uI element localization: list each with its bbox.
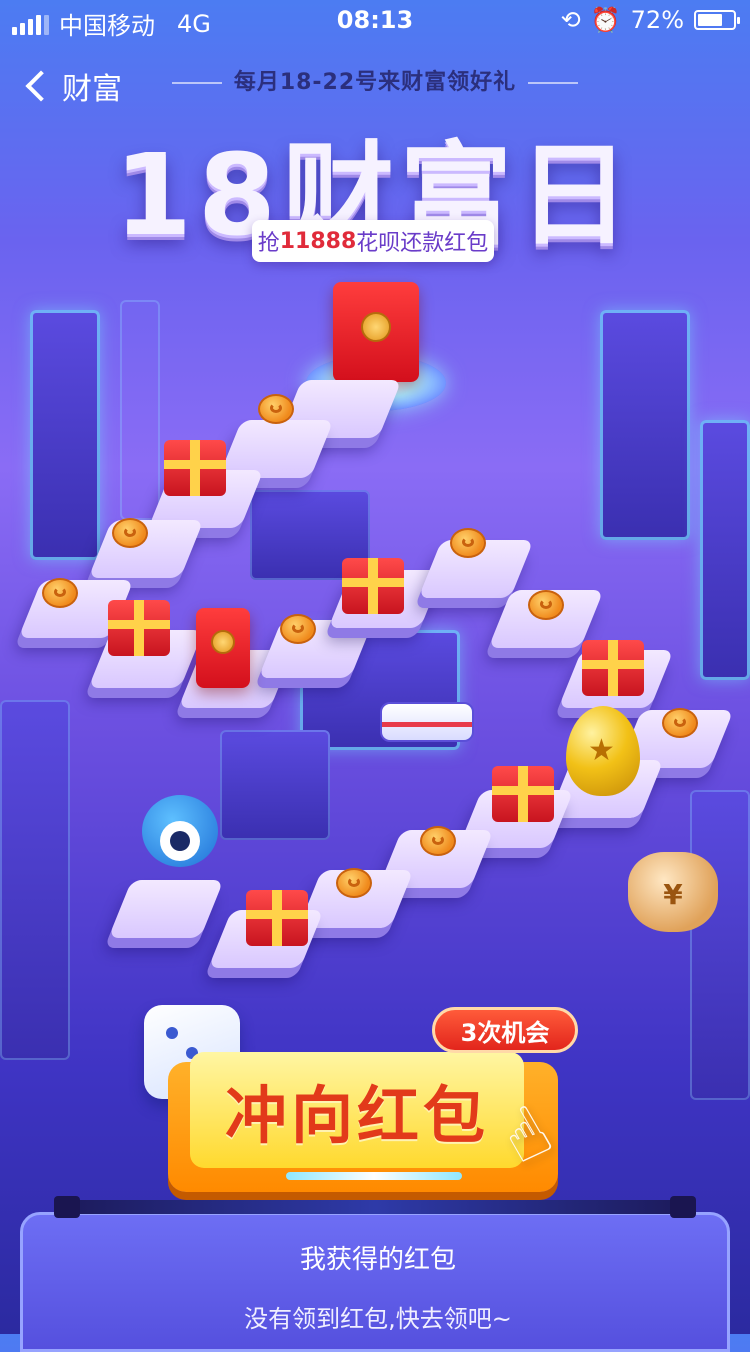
star-icon: ★ — [588, 733, 615, 768]
coin-icon — [662, 708, 698, 738]
train-icon — [380, 702, 474, 742]
reward-suffix: 花呗还款红包 — [356, 231, 489, 256]
mascot-icon — [142, 785, 218, 867]
golden-egg-icon: ★ — [566, 706, 640, 796]
board-tile — [258, 620, 374, 678]
red-packet-icon[interactable] — [333, 282, 419, 382]
coin-icon — [112, 518, 148, 548]
reward-amount: 11888 — [279, 228, 357, 254]
battery-percent: 72% — [630, 6, 684, 34]
coin-icon — [280, 614, 316, 644]
reward-prefix: 抢 — [257, 231, 280, 256]
red-packet-icon — [196, 608, 250, 688]
coin-icon — [42, 578, 78, 608]
coin-icon — [336, 868, 372, 898]
my-red-packets-heading: 我获得的红包 — [299, 1245, 456, 1275]
gift-box-icon — [164, 440, 226, 496]
my-red-packets-panel: 我获得的红包 没有领到红包,快去领吧~ — [20, 1196, 730, 1352]
rotation-lock-icon: ⟲ — [560, 6, 581, 34]
gift-box-icon — [492, 766, 554, 822]
my-red-packets-card: 我获得的红包 没有领到红包,快去领吧~ — [20, 1212, 730, 1352]
battery-icon — [694, 10, 740, 30]
coin-icon — [450, 528, 486, 558]
coin-icon — [258, 394, 294, 424]
gift-box-icon — [582, 640, 644, 696]
gift-box-icon — [246, 890, 308, 946]
empty-state-message: 没有领到红包,快去领吧~ — [244, 1305, 512, 1333]
panel-rail — [54, 1196, 696, 1218]
money-bag-icon: ¥ — [628, 852, 718, 932]
promo-subtitle: 每月18-22号来财富领好礼 — [0, 64, 750, 96]
battery-fill — [698, 14, 723, 26]
coin-icon — [528, 590, 564, 620]
promo-subtitle-text: 每月18-22号来财富领好礼 — [233, 70, 517, 95]
game-board: ★ ¥ — [0, 270, 750, 1100]
button-progress-bar — [286, 1172, 462, 1180]
gift-box-icon — [342, 558, 404, 614]
game-scene: ★ ¥ — [0, 270, 750, 1100]
board-tile — [108, 880, 224, 938]
status-right: ⟲ ⏰ 72% — [560, 6, 740, 34]
reward-pill: 抢 11888 花呗还款红包 — [252, 220, 494, 262]
chances-badge: 3次机会 — [432, 1007, 578, 1053]
go-button-label: 冲向红包 — [224, 1079, 489, 1152]
gift-box-icon — [108, 600, 170, 656]
coin-icon — [420, 826, 456, 856]
alarm-icon: ⏰ — [590, 6, 621, 34]
status-bar: 中国移动 4G 08:13 ⟲ ⏰ 72% — [0, 0, 750, 40]
